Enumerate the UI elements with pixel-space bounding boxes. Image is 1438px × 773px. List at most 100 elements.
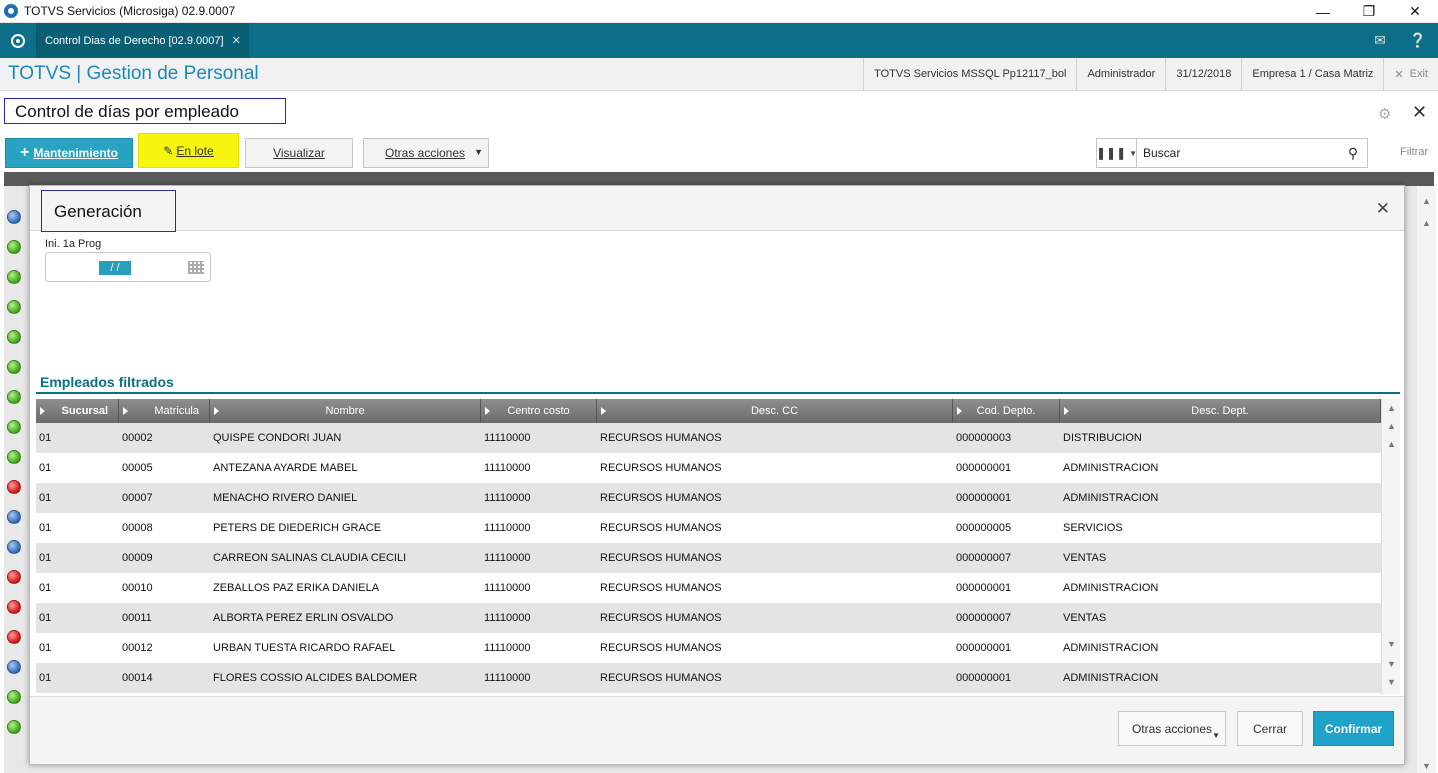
table-row[interactable]: 01 00009 CARREON SALINAS CLAUDIA CECILI 111… (36, 543, 1381, 573)
table-row[interactable]: 01 00005 ANTEZANA AYARDE MABEL 11110000 RECU… (36, 453, 1381, 483)
status-row (1, 682, 27, 712)
scroll-up-icon[interactable]: ▲ (1417, 196, 1436, 206)
app-header: TOTVS | Gestion de Personal TOTVS Servic… (0, 57, 1438, 91)
scroll-page-down-icon[interactable]: ▼ (1382, 659, 1401, 669)
table-cell: 01 (39, 672, 52, 684)
mantenimiento-button[interactable]: + Mantenimiento (5, 138, 133, 168)
tab-control-dias[interactable]: Control Dias de Derecho [02.9.0007] ✕ (36, 23, 249, 58)
status-green-icon (7, 390, 21, 404)
scroll-down-icon[interactable]: ▼ (1417, 761, 1436, 771)
column-header[interactable]: Centro costo (481, 399, 597, 423)
close-window-icon[interactable]: ✕ (1392, 0, 1438, 23)
status-green-icon (7, 450, 21, 464)
table-scrollbar[interactable]: ▲ ▲ ▲ ▼ ▼ ▼ (1381, 399, 1400, 694)
table-cell: 01 (39, 552, 52, 564)
exit-label: Exit (1409, 68, 1428, 80)
otras-acciones-footer-button[interactable]: Otras acciones ▼ (1118, 711, 1226, 746)
column-header[interactable]: Matricula (119, 399, 210, 423)
table-cell: RECURSOS HUMANOS (600, 432, 722, 444)
table-cell: RECURSOS HUMANOS (600, 672, 722, 684)
minimize-icon[interactable]: — (1300, 0, 1346, 23)
table-cell: RECURSOS HUMANOS (600, 582, 722, 594)
mantenimiento-label: Mantenimiento (33, 146, 118, 160)
home-icon[interactable] (0, 23, 36, 58)
table-cell: 00011 (122, 612, 152, 624)
background-grid-header (4, 172, 1434, 186)
help-icon[interactable]: ❔ (1400, 23, 1436, 58)
ini-prog-date-value[interactable]: / / (99, 261, 131, 275)
status-row (1, 412, 27, 442)
table-cell: 00005 (122, 462, 153, 474)
gear-icon[interactable]: ⚙ (1378, 105, 1391, 123)
status-green-icon (7, 720, 21, 734)
table-row[interactable]: 01 00007 MENACHO RIVERO DANIEL 11110000 RECU… (36, 483, 1381, 513)
scroll-page-up-icon[interactable]: ▲ (1417, 218, 1436, 228)
user-label[interactable]: Administrador (1076, 57, 1165, 91)
otras-acciones-label: Otras acciones (385, 146, 466, 160)
section-divider (36, 392, 1400, 394)
tab-close-icon[interactable]: ✕ (232, 34, 241, 47)
table-row[interactable]: 01 00012 URBAN TUESTA RICARDO RAFAEL 111100… (36, 633, 1381, 663)
dialog-header: Generación ✕ (30, 186, 1404, 232)
search-input[interactable] (1137, 146, 1339, 160)
environment-label[interactable]: TOTVS Servicios MSSQL Pp12117_bol (863, 57, 1076, 91)
status-row (1, 502, 27, 532)
table-row[interactable]: 01 00008 PETERS DE DIEDERICH GRACE 11110000… (36, 513, 1381, 543)
table-cell: 11110000 (484, 672, 531, 684)
table-row[interactable]: 01 00014 FLORES COSSIO ALCIDES BALDOMER 111… (36, 663, 1381, 693)
status-row (1, 322, 27, 352)
status-row (1, 202, 27, 232)
table-cell: RECURSOS HUMANOS (600, 522, 722, 534)
table-row[interactable]: 01 00002 QUISPE CONDORI JUAN 11110000 RECURS… (36, 423, 1381, 453)
confirmar-button[interactable]: Confirmar (1313, 711, 1394, 746)
table-cell: CARREON SALINAS CLAUDIA CECILI (213, 552, 407, 564)
page-scrollbar[interactable]: ▲ ▲ ▼ (1417, 186, 1436, 773)
table-cell: 00012 (122, 642, 153, 654)
company-label[interactable]: Empresa 1 / Casa Matriz (1241, 57, 1383, 91)
calendar-icon[interactable] (188, 261, 204, 274)
employees-table: Sucursal Matricula Nombre Centro costo Desc.… (36, 399, 1381, 694)
table-cell: 000000001 (956, 642, 1012, 654)
scroll-up-icon[interactable]: ▲ (1382, 403, 1401, 413)
column-header[interactable]: Sucursal (36, 399, 119, 423)
status-row (1, 292, 27, 322)
cerrar-button[interactable]: Cerrar (1237, 711, 1303, 746)
status-row (1, 652, 27, 682)
table-cell: 000000001 (956, 462, 1012, 474)
dialog-close-icon[interactable]: ✕ (1376, 199, 1390, 219)
table-cell: RECURSOS HUMANOS (600, 642, 722, 654)
dropdown-arrow-icon: ▼ (1212, 731, 1220, 740)
status-green-icon (7, 330, 21, 344)
app-icon (4, 4, 18, 18)
column-header[interactable]: Nombre (210, 399, 481, 423)
table-cell: 00014 (122, 672, 153, 684)
exit-button[interactable]: ✕ Exit (1383, 57, 1438, 91)
column-header[interactable]: Desc. Dept. (1060, 399, 1381, 423)
search-icon[interactable]: ⚲ (1339, 145, 1367, 162)
mail-icon[interactable]: ✉ (1362, 23, 1398, 58)
table-row[interactable]: 01 00010 ZEBALLOS PAZ ERIKA DANIELA 1111000… (36, 573, 1381, 603)
scroll-line-up-icon[interactable]: ▲ (1382, 439, 1401, 449)
scroll-down-icon[interactable]: ▼ (1382, 677, 1401, 687)
scroll-page-up-icon[interactable]: ▲ (1382, 421, 1401, 431)
close-page-icon[interactable]: ✕ (1412, 102, 1427, 123)
columns-icon[interactable]: ❚❚❚ ▼ (1096, 139, 1137, 167)
column-header[interactable]: Cod. Depto. (953, 399, 1060, 423)
column-header[interactable]: Desc. CC (597, 399, 953, 423)
scroll-line-down-icon[interactable]: ▼ (1382, 639, 1401, 649)
table-cell: 000000001 (956, 672, 1012, 684)
en-lote-button[interactable]: ✎ En lote (138, 133, 239, 168)
table-cell: 11110000 (484, 432, 531, 444)
table-cell: MENACHO RIVERO DANIEL (213, 492, 358, 504)
ini-prog-date-field[interactable]: / / (45, 252, 211, 282)
table-cell: SERVICIOS (1063, 522, 1123, 534)
visualizar-button[interactable]: Visualizar (245, 138, 353, 168)
date-label[interactable]: 31/12/2018 (1165, 57, 1241, 91)
table-cell: 00009 (122, 552, 153, 564)
status-row (1, 382, 27, 412)
confirmar-label: Confirmar (1324, 721, 1383, 736)
table-row[interactable]: 01 00011 ALBORTA PEREZ ERLIN OSVALDO 111100… (36, 603, 1381, 633)
restore-icon[interactable]: ❐ (1346, 0, 1392, 23)
filtrar-link[interactable]: Filtrar (1400, 146, 1428, 158)
otras-acciones-button[interactable]: Otras acciones ▼ (363, 138, 489, 168)
